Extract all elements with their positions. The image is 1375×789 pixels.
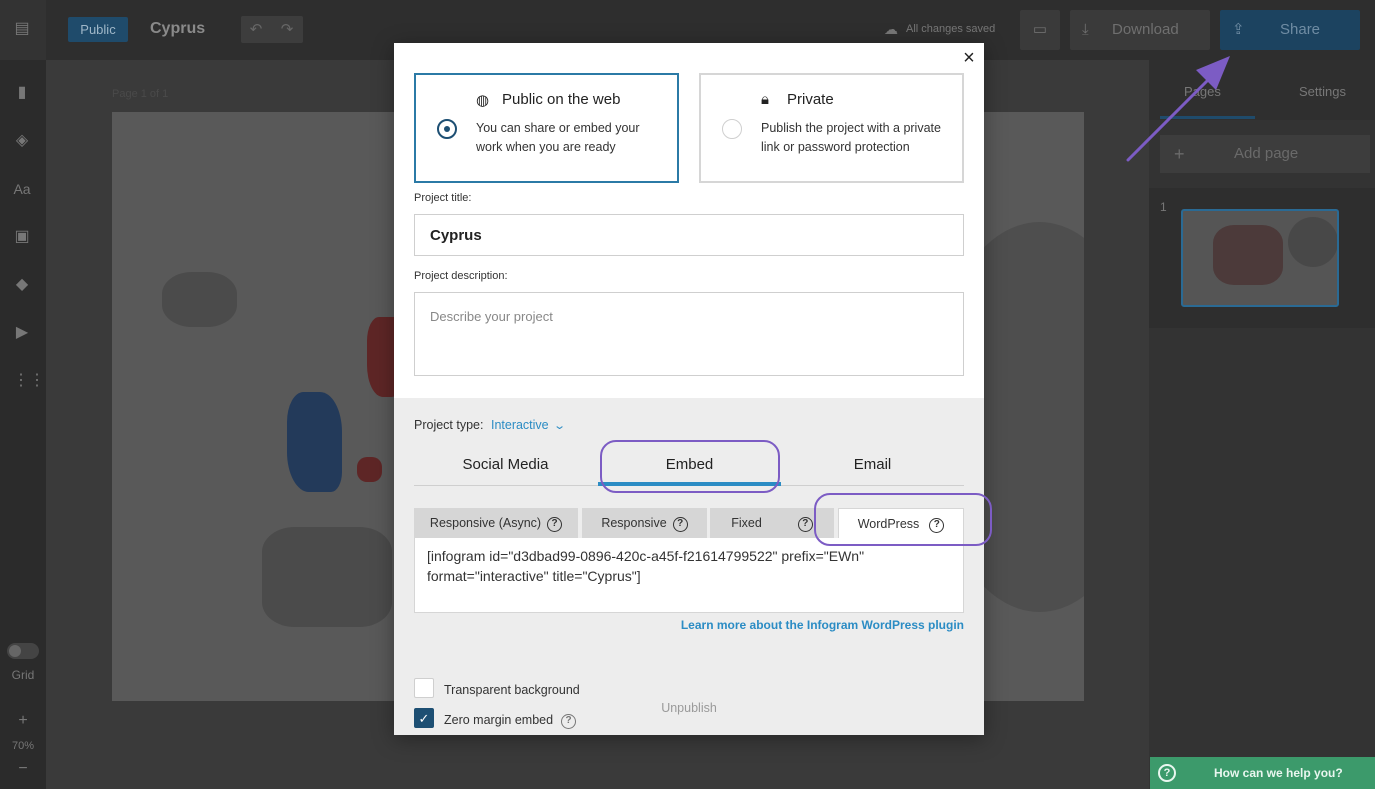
help-circle-icon[interactable]: ? — [672, 517, 688, 532]
text-icon[interactable]: Aa — [13, 180, 31, 198]
embed-type-tabs: Responsive (Async)? Responsive? Fixed? W… — [414, 508, 964, 538]
private-option-card[interactable]: 🔒︎ Private Publish the project with a pr… — [699, 73, 964, 183]
add-page-label: Add page — [1234, 145, 1299, 162]
zoom-level: 70% — [11, 740, 35, 752]
tab-fixed-label: Fixed — [731, 516, 762, 530]
download-icon: ⤓ — [1082, 21, 1089, 38]
grid-toggle[interactable] — [7, 643, 39, 659]
public-badge[interactable]: Public — [68, 17, 128, 42]
download-label: Download — [1112, 21, 1179, 38]
menu-button[interactable]: ▤ — [0, 0, 46, 60]
share-button[interactable]: ⇪ Share — [1220, 10, 1360, 50]
share-method-tabs: Social Media Embed Email — [414, 446, 964, 486]
help-circle-icon[interactable]: ? — [797, 517, 813, 532]
tab-email[interactable]: Email — [781, 446, 964, 486]
lock-icon: 🔒︎ — [761, 91, 769, 108]
project-type-row: Project type: Interactive ⌄ — [414, 418, 566, 432]
project-description-label: Project description: — [414, 270, 508, 282]
help-circle-icon[interactable]: ? — [561, 714, 577, 729]
undo-icon[interactable]: ↶ — [241, 20, 271, 38]
private-option-title: Private — [787, 91, 834, 108]
help-circle-icon[interactable]: ? — [929, 518, 945, 533]
project-name[interactable]: Cyprus — [150, 20, 205, 38]
save-status-text: All changes saved — [906, 23, 996, 35]
share-dialog: × ◍ Public on the web You can share or e… — [394, 43, 984, 735]
map-shape — [162, 272, 237, 327]
thumb-circle-shape — [1288, 217, 1337, 267]
help-widget[interactable]: ? How can we help you? — [1150, 757, 1375, 789]
tab-responsive-async-label: Responsive (Async) — [429, 516, 542, 530]
map-shape-blue — [287, 392, 342, 492]
project-description-input[interactable] — [414, 292, 964, 376]
unpublish-button[interactable]: Unpublish — [394, 701, 984, 715]
tab-wordpress[interactable]: WordPress? — [838, 508, 964, 538]
private-option-description: Publish the project with a private link … — [761, 121, 941, 154]
tab-settings[interactable]: Settings — [1299, 84, 1346, 99]
share-label: Share — [1280, 21, 1321, 38]
zoom-in-button[interactable]: + — [0, 712, 46, 730]
undo-redo-group: ↶ ↷ — [241, 16, 303, 43]
tab-social-media[interactable]: Social Media — [414, 446, 597, 486]
apps-grid-icon[interactable]: ⋮⋮ — [13, 372, 45, 390]
menu-icon: ▤ — [14, 20, 30, 37]
map-shape-red — [357, 457, 382, 482]
zoom-out-button[interactable]: − — [0, 760, 46, 778]
share-options-panel: Project type: Interactive ⌄ Social Media… — [394, 398, 984, 735]
project-title-label: Project title: — [414, 192, 472, 204]
preview-button[interactable]: ▭ — [1020, 10, 1060, 50]
tab-responsive[interactable]: Responsive? — [582, 508, 707, 538]
project-type-label: Project type: — [414, 418, 484, 432]
video-icon[interactable]: ▶ — [13, 324, 31, 342]
tab-fixed[interactable]: Fixed? — [710, 508, 834, 538]
help-circle-icon[interactable]: ? — [547, 517, 563, 532]
chart-icon[interactable]: ▮ — [13, 84, 31, 102]
private-radio[interactable] — [722, 119, 742, 139]
wordpress-plugin-link[interactable]: Learn more about the Infogram WordPress … — [681, 618, 964, 632]
page-indicator: Page 1 of 1 — [112, 88, 169, 100]
public-option-description: You can share or embed your work when yo… — [476, 121, 640, 154]
globe-icon: ◍ — [476, 92, 490, 109]
chevron-down-icon[interactable]: ⌄ — [553, 419, 566, 432]
public-option-title: Public on the web — [502, 91, 621, 108]
transparent-background-label: Transparent background — [444, 683, 580, 697]
map-shape — [262, 527, 392, 627]
tab-responsive-label: Responsive — [601, 516, 667, 530]
share-icon: ⇪ — [1232, 21, 1245, 38]
grid-label: Grid — [11, 668, 35, 682]
tab-wordpress-label: WordPress — [857, 517, 920, 531]
public-option-card[interactable]: ◍ Public on the web You can share or emb… — [414, 73, 679, 183]
cloud-check-icon: ☁ — [884, 21, 898, 37]
public-radio[interactable] — [437, 119, 457, 139]
help-icon: ? — [1158, 764, 1176, 782]
help-label: How can we help you? — [1214, 766, 1343, 780]
map-icon[interactable]: ◈ — [13, 132, 31, 150]
annotation-arrow — [1126, 56, 1230, 162]
thumb-map-shape — [1213, 225, 1283, 285]
tab-embed[interactable]: Embed — [598, 446, 781, 486]
embed-code-box[interactable]: [infogram id="d3dbad99-0896-420c-a45f-f2… — [414, 538, 964, 613]
page-thumb-number: 1 — [1160, 200, 1167, 214]
project-title-input[interactable] — [414, 214, 964, 256]
page-thumbnail[interactable] — [1181, 209, 1339, 307]
tab-responsive-async[interactable]: Responsive (Async)? — [414, 508, 578, 538]
download-button[interactable]: ⤓ Download — [1070, 10, 1210, 50]
zero-margin-label: Zero margin embed — [444, 713, 554, 727]
redo-icon[interactable]: ↷ — [272, 20, 302, 38]
left-toolbar: ▤ ▮ ◈ Aa ▣ ◆ ▶ ⋮⋮ Grid + 70% − — [0, 0, 46, 789]
transparent-background-checkbox[interactable] — [414, 678, 434, 698]
image-icon[interactable]: ▣ — [13, 228, 31, 246]
monitor-icon: ▭ — [1032, 21, 1048, 38]
shapes-icon[interactable]: ◆ — [13, 276, 31, 294]
close-icon[interactable]: × — [960, 48, 978, 68]
project-type-dropdown[interactable]: Interactive — [491, 418, 549, 432]
save-status: ☁ All changes saved — [884, 21, 995, 38]
